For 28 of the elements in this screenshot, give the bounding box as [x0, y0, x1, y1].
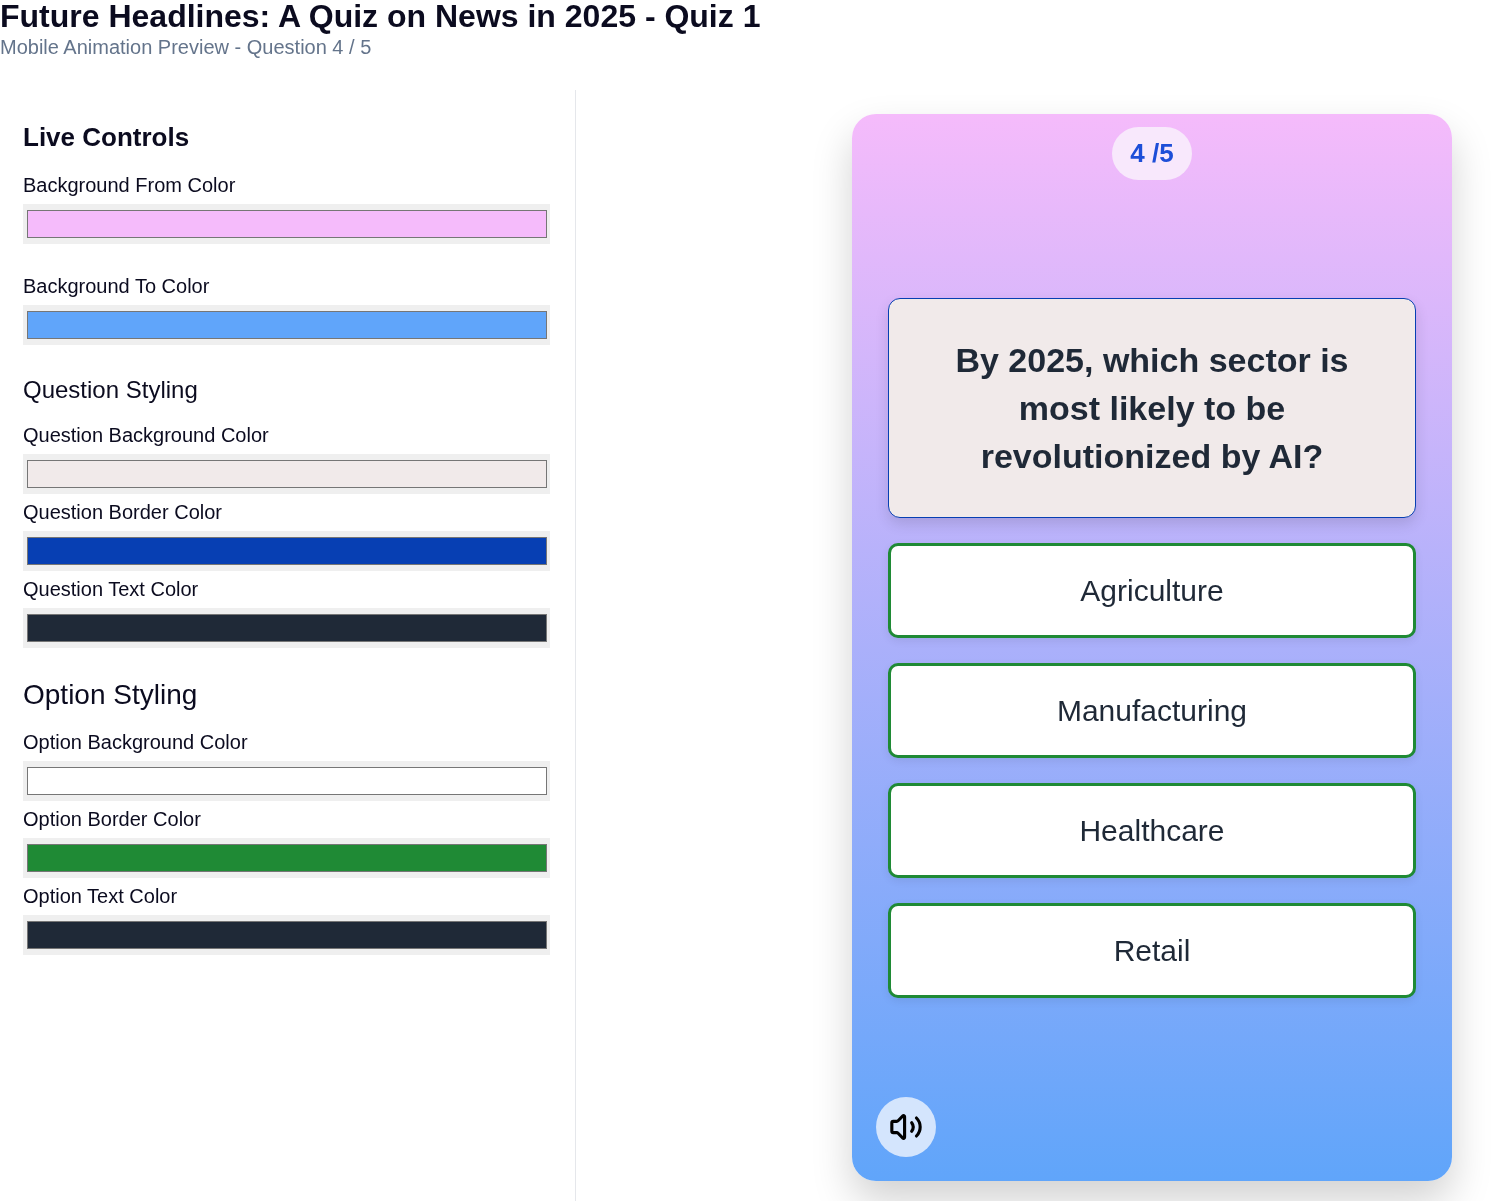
sound-button[interactable] — [876, 1097, 936, 1157]
field-label: Question Border Color — [23, 500, 222, 524]
field-label: Background To Color — [23, 274, 210, 298]
field-label: Option Border Color — [23, 807, 201, 831]
color-input[interactable] — [23, 454, 550, 494]
question-card: By 2025, which sector is most likely to be revolutionized by AI? — [888, 298, 1416, 518]
answer-option[interactable]: Agriculture — [888, 543, 1416, 638]
color-input[interactable] — [23, 204, 550, 244]
page-subtitle: Mobile Animation Preview - Question 4 / 5 — [0, 35, 372, 59]
answer-option[interactable]: Manufacturing — [888, 663, 1416, 758]
color-input[interactable] — [23, 608, 550, 648]
answer-option[interactable]: Healthcare — [888, 783, 1416, 878]
color-input[interactable] — [23, 305, 550, 345]
section-heading: Question Styling — [23, 375, 198, 405]
color-input[interactable] — [23, 838, 550, 878]
color-input[interactable] — [23, 531, 550, 571]
field-label: Question Background Color — [23, 423, 269, 447]
panel-heading: Live Controls — [23, 121, 190, 153]
color-input[interactable] — [23, 915, 550, 955]
field-label: Option Text Color — [23, 884, 178, 908]
section-heading: Option Styling — [23, 678, 198, 712]
color-input[interactable] — [23, 761, 550, 801]
field-label: Option Background Color — [23, 730, 248, 754]
answer-option[interactable]: Retail — [888, 903, 1416, 998]
field-label: Background From Color — [23, 173, 236, 197]
field-label: Question Text Color — [23, 577, 199, 601]
page-title: Future Headlines: A Quiz on News in 2025 - Quiz 1 — [0, 0, 761, 32]
progress-badge: 4 /5 — [1112, 127, 1192, 180]
